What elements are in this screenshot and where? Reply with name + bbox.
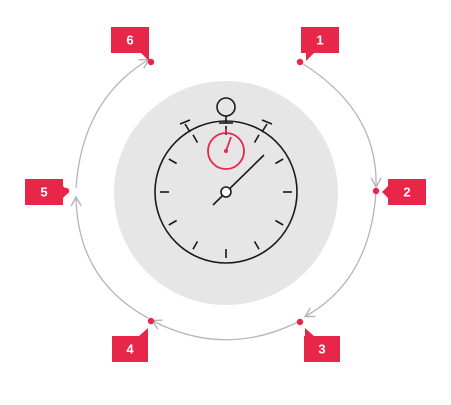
step-5: 5 [25, 179, 70, 205]
cycle-diagram: 1 2 3 4 5 6 [25, 27, 426, 362]
step-3: 3 [296, 318, 340, 362]
step-label: 5 [40, 185, 47, 200]
step-2: 2 [372, 179, 426, 205]
step-6: 6 [111, 27, 155, 66]
step-badge-pointer [141, 53, 149, 61]
step-badge-pointer [139, 328, 148, 336]
step-4: 4 [112, 317, 155, 362]
step-badge-pointer [306, 53, 314, 61]
step-1: 1 [296, 27, 339, 66]
step-badge-pointer [382, 186, 388, 198]
step-label: 2 [403, 185, 410, 200]
step-label: 4 [126, 342, 134, 357]
step-label: 1 [316, 33, 323, 48]
step-dot [296, 318, 304, 326]
step-dot [372, 187, 380, 195]
step-badge-pointer [305, 328, 314, 336]
step-dot [296, 58, 304, 66]
flow-arrow-3 [150, 319, 299, 341]
step-dot [147, 317, 155, 325]
step-label: 3 [318, 342, 325, 357]
step-label: 6 [126, 33, 133, 48]
